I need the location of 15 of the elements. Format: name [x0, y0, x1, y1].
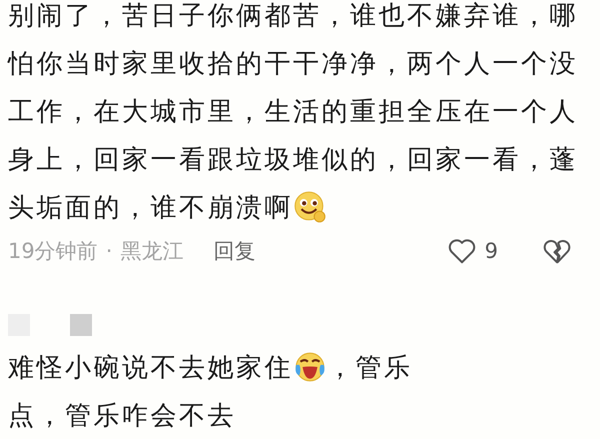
- reply-link[interactable]: 回复: [213, 237, 256, 265]
- comment-text: 工作，在大城市里，生活的重担全压在一个人: [8, 96, 578, 128]
- separator-dot: ·: [106, 239, 112, 263]
- comment-text: 头垢面的，谁不崩溃啊: [8, 192, 293, 224]
- comment-location: 黑龙江: [120, 238, 184, 265]
- comment-text: ，管乐: [327, 352, 412, 384]
- laughing-emoji-icon: [293, 350, 327, 384]
- like-count: 9: [484, 239, 498, 263]
- comment-text: 难怪小碗说不去她家住: [8, 352, 293, 384]
- comment-text: 点，管乐咋会不去: [8, 400, 236, 432]
- smiley-emoji-icon: [293, 190, 327, 224]
- comment-text: 别闹了，苦日子你俩都苦，谁也不嫌弃谁，哪: [8, 0, 578, 32]
- comment-time: 19分钟前: [8, 238, 98, 265]
- comment-text: 怕你当时家里收拾的干干净净，两个人一个没: [8, 48, 578, 80]
- comment-text: 身上，回家一看跟垃圾堆似的，回家一看，蓬: [8, 144, 578, 176]
